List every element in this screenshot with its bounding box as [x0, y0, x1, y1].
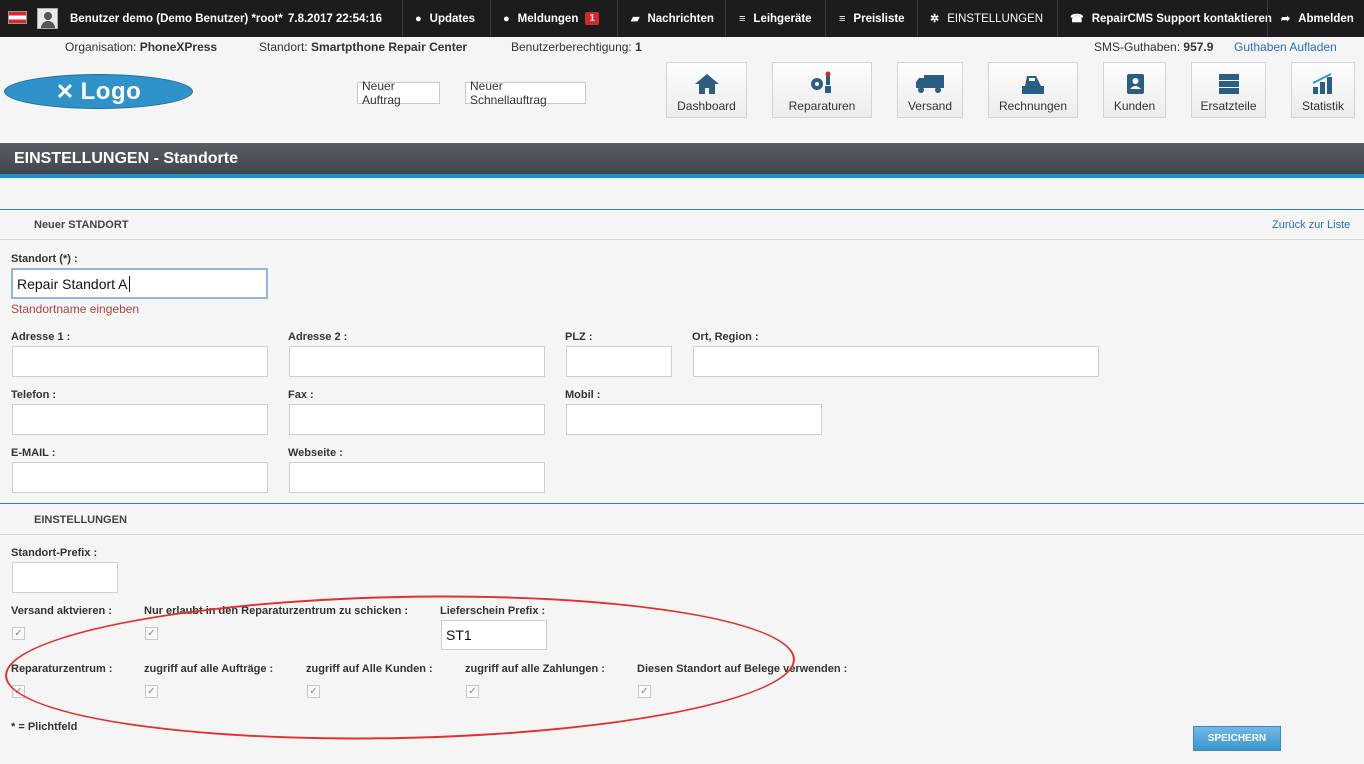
email-label: E-MAIL :	[11, 447, 56, 459]
versand-checkbox[interactable]: ✓	[12, 627, 25, 640]
divider	[0, 209, 1364, 210]
page-title: EINSTELLUNGEN - Standorte	[0, 143, 1364, 174]
info-icon: ●	[503, 12, 510, 25]
reparaturzentrum-checkbox[interactable]: ✓	[12, 685, 25, 698]
reparaturzentrum-label: Reparaturzentrum :	[11, 663, 113, 675]
chat-icon: ▰	[631, 13, 640, 25]
support-icon: ☎	[1070, 13, 1084, 25]
nav-ersatzteile[interactable]: Ersatzteile	[1191, 62, 1266, 118]
section-einstellungen: EINSTELLUNGEN	[34, 514, 127, 526]
lieferschein-label: Lieferschein Prefix :	[440, 605, 546, 617]
home-icon	[694, 74, 719, 94]
fax-input[interactable]	[289, 404, 545, 435]
zugriff-kunden-label: zugriff auf Alle Kunden :	[306, 663, 433, 675]
nav-dashboard[interactable]: Dashboard	[666, 62, 747, 118]
meldungen-link[interactable]: ● Meldungen 1	[503, 0, 599, 37]
meldungen-badge: 1	[585, 12, 599, 25]
nur-erlaubt-checkbox[interactable]: ✓	[145, 627, 158, 640]
guthaben-aufladen-link[interactable]: Guthaben Aufladen	[1234, 40, 1337, 54]
divider	[0, 239, 1364, 240]
webseite-label: Webseite :	[288, 447, 343, 459]
ort-label: Ort, Region :	[692, 331, 759, 343]
organisation-info: Organisation: PhoneXPress	[65, 40, 218, 54]
top-bar: Benutzer demo (Demo Benutzer) *root* 7.8…	[0, 0, 1364, 37]
adresse2-label: Adresse 2 :	[288, 331, 348, 343]
zugriff-auftraege-label: zugriff auf alle Aufträge :	[144, 663, 274, 675]
sms-guthaben-info: SMS-Guthaben: 957.9	[1094, 40, 1214, 54]
zugriff-auftraege-checkbox[interactable]: ✓	[145, 685, 158, 698]
zugriff-zahlungen-checkbox[interactable]: ✓	[466, 685, 479, 698]
email-input[interactable]	[12, 462, 268, 493]
nachrichten-link[interactable]: ▰ Nachrichten	[631, 0, 714, 37]
logout-arrow-icon: ➦	[1281, 13, 1291, 25]
user-avatar-icon	[37, 8, 58, 29]
contacts-book-icon	[1126, 74, 1144, 94]
lieferschein-input[interactable]: ST1	[441, 620, 547, 650]
belege-checkbox[interactable]: ✓	[638, 685, 651, 698]
current-user: Benutzer demo (Demo Benutzer) *root*	[70, 12, 283, 25]
einstellungen-link[interactable]: ✲ EINSTELLUNGEN	[930, 0, 1043, 37]
nav-rechnungen[interactable]: Rechnungen	[988, 62, 1078, 118]
standort-hint: Standortname eingeben	[11, 302, 140, 316]
cash-register-icon	[1022, 76, 1044, 94]
support-link[interactable]: ☎ RepairCMS Support kontaktieren	[1070, 0, 1272, 37]
neuer-auftrag-button[interactable]: Neuer Auftrag	[357, 79, 440, 107]
standort-label: Standort (*) :	[11, 253, 78, 265]
zugriff-kunden-checkbox[interactable]: ✓	[307, 685, 320, 698]
ort-input[interactable]	[693, 346, 1099, 377]
nav-versand[interactable]: Versand	[897, 62, 963, 118]
info-icon: ●	[415, 12, 422, 25]
divider	[0, 503, 1364, 504]
prefix-input[interactable]	[12, 562, 118, 593]
neuer-schnellauftrag-button[interactable]: Neuer Schnellauftrag	[465, 79, 586, 107]
mobil-label: Mobil :	[565, 389, 601, 401]
divider	[0, 534, 1364, 535]
fax-label: Fax :	[288, 389, 314, 401]
updates-link[interactable]: ● Updates	[415, 0, 475, 37]
telefon-input[interactable]	[12, 404, 268, 435]
save-button[interactable]: SPEICHERN	[1193, 726, 1281, 751]
adresse1-label: Adresse 1 :	[11, 331, 71, 343]
pflichtfeld-note: * = Plichtfeld	[11, 721, 78, 733]
prefix-label: Standort-Prefix :	[11, 547, 98, 559]
truck-icon	[916, 75, 944, 93]
nur-erlaubt-label: Nur erlaubt in den Reparaturzentrum zu s…	[144, 605, 409, 617]
tools-icon: ✕	[55, 78, 75, 104]
adresse2-input[interactable]	[289, 346, 545, 377]
standort-info: Standort: Smartpthone Repair Center	[259, 40, 468, 54]
belege-label: Diesen Standort auf Belege verwenden :	[637, 663, 848, 675]
webseite-input[interactable]	[289, 462, 545, 493]
server-stack-icon	[1218, 74, 1239, 94]
abmelden-link[interactable]: ➦ Abmelden	[1281, 0, 1354, 37]
nav-reparaturen[interactable]: Reparaturen	[772, 62, 872, 118]
berechtigung-info: Benutzerberechtigung: 1	[511, 40, 642, 54]
standort-input[interactable]: Repair Standort A	[11, 268, 268, 299]
title-accent-line	[0, 174, 1364, 178]
list-icon: ≡	[839, 12, 846, 25]
bar-chart-icon	[1312, 73, 1332, 94]
repair-tools-icon	[811, 71, 831, 93]
austria-flag-icon[interactable]	[8, 11, 27, 24]
nav-kunden[interactable]: Kunden	[1103, 62, 1166, 118]
list-icon: ≡	[739, 12, 746, 25]
adresse1-input[interactable]	[12, 346, 268, 377]
mobil-input[interactable]	[566, 404, 822, 435]
gear-icon: ✲	[930, 13, 940, 25]
section-neuer-standort: Neuer STANDORT	[34, 219, 129, 231]
plz-input[interactable]	[566, 346, 672, 377]
leihgeraete-link[interactable]: ≡ Leihgeräte	[739, 0, 812, 37]
plz-label: PLZ :	[565, 331, 593, 343]
versand-label: Versand aktvieren :	[11, 605, 112, 617]
zugriff-zahlungen-label: zugriff auf alle Zahlungen :	[465, 663, 605, 675]
preisliste-link[interactable]: ≡ Preisliste	[839, 0, 905, 37]
telefon-label: Telefon :	[11, 389, 57, 401]
current-datetime: 7.8.2017 22:54:16	[288, 12, 382, 25]
zurueck-link[interactable]: Zurück zur Liste	[1272, 219, 1350, 231]
nav-statistik[interactable]: Statistik	[1291, 62, 1355, 118]
logo[interactable]: ✕ Logo	[4, 74, 193, 109]
